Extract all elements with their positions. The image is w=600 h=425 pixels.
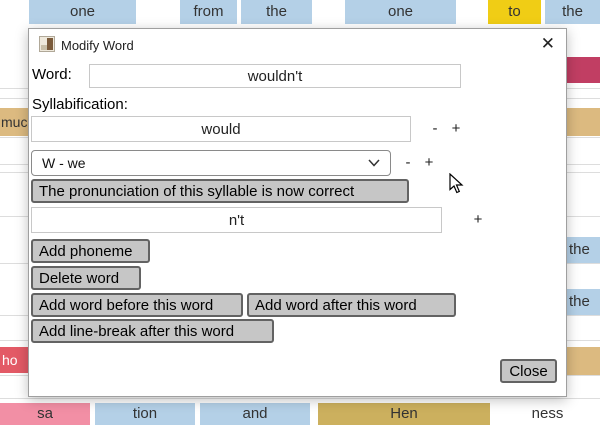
word-block[interactable]: tion bbox=[95, 403, 195, 425]
word-block[interactable]: ness bbox=[495, 403, 600, 425]
pronunciation-correct-button[interactable]: The pronunciation of this syllable is no… bbox=[31, 179, 409, 203]
word-input[interactable] bbox=[89, 64, 461, 88]
word-block-partial[interactable] bbox=[566, 108, 600, 136]
add-word-after-button[interactable]: Add word after this word bbox=[247, 293, 456, 317]
screen: one from the one to the the the muc ho s… bbox=[0, 0, 600, 425]
dialog-title: Modify Word bbox=[61, 38, 134, 53]
grid-line bbox=[0, 398, 600, 399]
syllable1-input[interactable] bbox=[31, 116, 411, 142]
add-line-break-button[interactable]: Add line-break after this word bbox=[31, 319, 274, 343]
syllabification-label: Syllabification: bbox=[32, 96, 128, 113]
phoneme-decrement-button[interactable]: - bbox=[399, 154, 417, 171]
syllable1-decrement-button[interactable]: - bbox=[426, 120, 444, 137]
add-phoneme-button[interactable]: Add phoneme bbox=[31, 239, 150, 263]
word-block-partial[interactable] bbox=[566, 57, 600, 83]
close-button[interactable]: Close bbox=[500, 359, 557, 383]
word-block[interactable]: from bbox=[180, 0, 237, 24]
chevron-down-icon bbox=[368, 159, 380, 167]
add-word-before-button[interactable]: Add word before this word bbox=[31, 293, 243, 317]
word-block[interactable]: Hen bbox=[318, 403, 490, 425]
mouse-cursor bbox=[449, 173, 464, 194]
syllable2-input[interactable] bbox=[31, 207, 442, 233]
word-label: Word: bbox=[32, 66, 72, 83]
word-block-partial[interactable]: muc bbox=[0, 108, 29, 136]
word-block[interactable]: one bbox=[29, 0, 136, 24]
word-block-highlighted[interactable]: to bbox=[488, 0, 541, 24]
word-block-partial[interactable]: the bbox=[566, 289, 600, 315]
word-block[interactable]: the bbox=[241, 0, 312, 24]
word-block[interactable]: one bbox=[345, 0, 456, 24]
word-block-partial[interactable]: ho bbox=[0, 347, 30, 373]
syllable2-increment-button[interactable]: + bbox=[469, 211, 487, 228]
word-block-partial[interactable]: the bbox=[566, 237, 600, 263]
phoneme-increment-button[interactable]: + bbox=[420, 154, 438, 171]
phoneme-select-value: W - we bbox=[42, 155, 86, 171]
modify-word-dialog: Modify Word ✕ Word: Syllabification: - +… bbox=[28, 28, 567, 397]
word-block-partial[interactable] bbox=[566, 347, 600, 375]
delete-word-button[interactable]: Delete word bbox=[31, 266, 141, 290]
syllable1-increment-button[interactable]: + bbox=[447, 120, 465, 137]
dialog-icon bbox=[39, 36, 55, 52]
word-block[interactable]: and bbox=[200, 403, 310, 425]
phoneme-select[interactable]: W - we bbox=[31, 150, 391, 176]
close-icon[interactable]: ✕ bbox=[541, 33, 555, 55]
word-block[interactable]: the bbox=[545, 0, 600, 24]
word-block[interactable]: sa bbox=[0, 403, 90, 425]
